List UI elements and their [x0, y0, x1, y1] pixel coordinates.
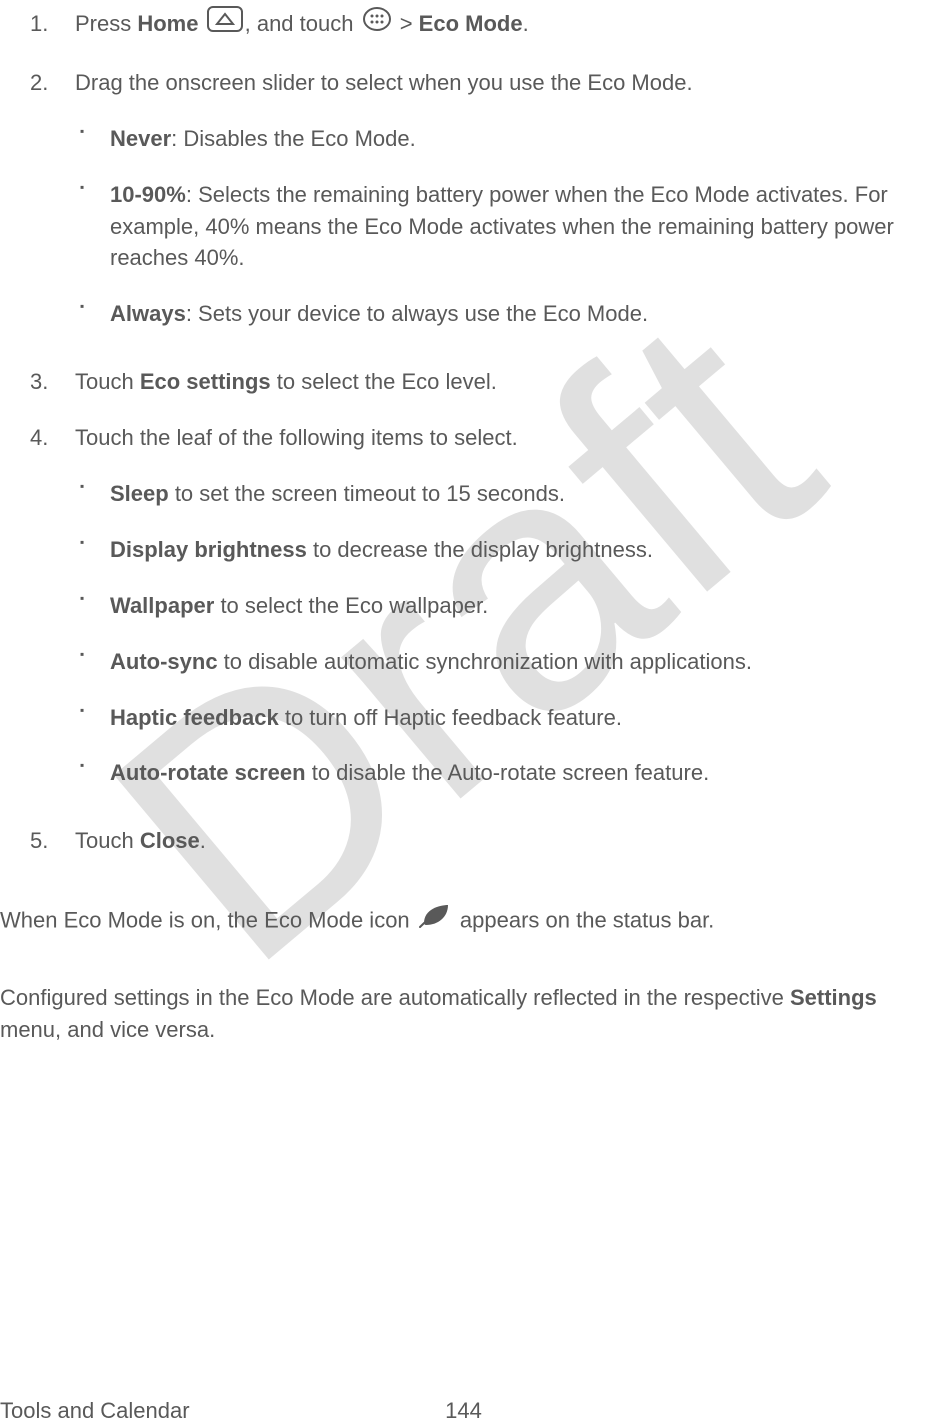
- list-item: Auto-rotate screen to disable the Auto-r…: [75, 745, 917, 801]
- footer-section: Tools and Calendar: [0, 1398, 190, 1420]
- list-item: Display brightness to decrease the displ…: [75, 522, 917, 578]
- step-text: Touch Close.: [75, 828, 206, 853]
- step-text: Press Home , and touch > Eco Mode.: [75, 11, 529, 36]
- step-text: Touch the leaf of the following items to…: [75, 425, 518, 450]
- list-item: Haptic feedback to turn off Haptic feedb…: [75, 690, 917, 746]
- step-text: Touch Eco settings to select the Eco lev…: [75, 369, 497, 394]
- steps-list: 1. Press Home , and touch > Eco Mode. 2.…: [0, 0, 927, 873]
- list-item: Wallpaper to select the Eco wallpaper.: [75, 578, 917, 634]
- step-number: 5.: [30, 825, 48, 857]
- list-item: 10-90%: Selects the remaining battery po…: [75, 167, 917, 287]
- step-3: 3. Touch Eco settings to select the Eco …: [0, 358, 917, 414]
- home-icon: [207, 6, 243, 41]
- step-4: 4. Touch the leaf of the following items…: [0, 414, 917, 817]
- apps-icon: [362, 6, 392, 41]
- step-number: 3.: [30, 366, 48, 398]
- step-2: 2. Drag the onscreen slider to select wh…: [0, 59, 917, 358]
- document-content: 1. Press Home , and touch > Eco Mode. 2.…: [0, 0, 927, 1058]
- step-1: 1. Press Home , and touch > Eco Mode.: [0, 0, 917, 59]
- document-page: Draft 1. Press Home , and touch > Eco Mo…: [0, 0, 927, 1420]
- step-number: 4.: [30, 422, 48, 454]
- list-item: Auto-sync to disable automatic synchroni…: [75, 634, 917, 690]
- list-item: Sleep to set the screen timeout to 15 se…: [75, 466, 917, 522]
- step-5: 5. Touch Close.: [0, 817, 917, 873]
- list-item: Always: Sets your device to always use t…: [75, 286, 917, 342]
- sub-list: Never: Disables the Eco Mode. 10-90%: Se…: [75, 111, 917, 342]
- paragraph-eco-icon: When Eco Mode is on, the Eco Mode icon a…: [0, 895, 927, 952]
- footer-page-number: 144: [445, 1398, 482, 1420]
- step-number: 2.: [30, 67, 48, 99]
- leaf-icon: [418, 901, 452, 938]
- step-number: 1.: [30, 8, 48, 40]
- paragraph-settings-note: Configured settings in the Eco Mode are …: [0, 974, 927, 1058]
- list-item: Never: Disables the Eco Mode.: [75, 111, 917, 167]
- sub-list: Sleep to set the screen timeout to 15 se…: [75, 466, 917, 801]
- step-text: Drag the onscreen slider to select when …: [75, 70, 693, 95]
